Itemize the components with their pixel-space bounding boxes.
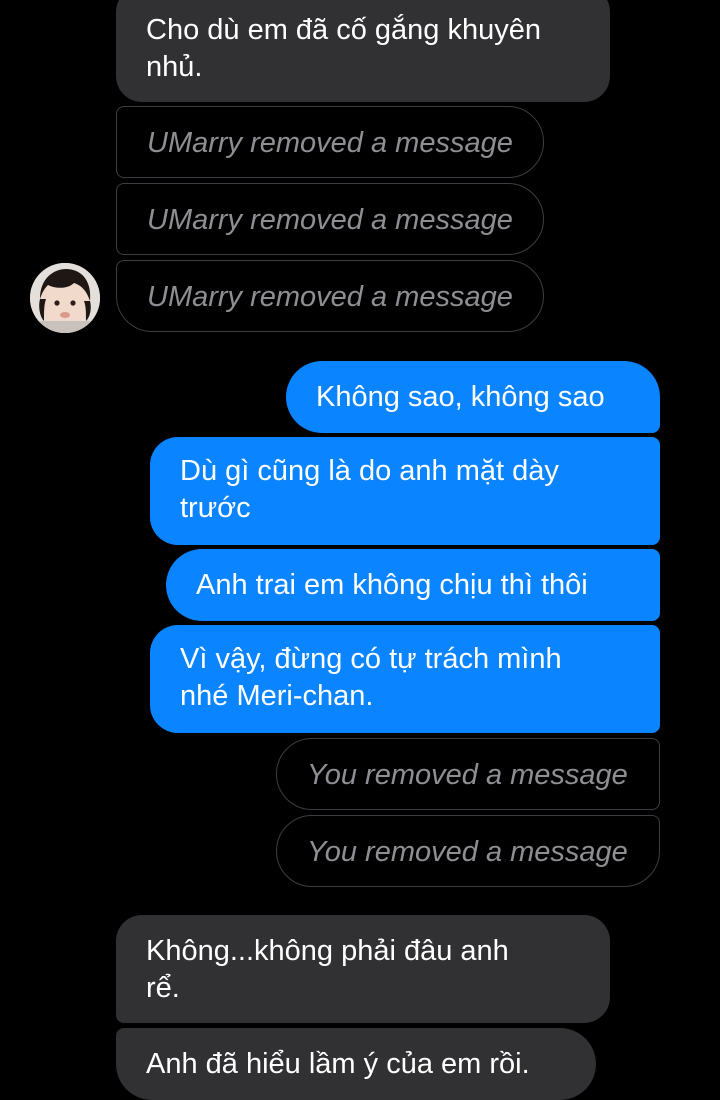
outgoing-message[interactable]: Dù gì cũng là do anh mặt dày trước bbox=[150, 437, 660, 545]
incoming-message[interactable]: Cho dù em đã cố gắng khuyên nhủ. bbox=[116, 0, 610, 102]
message-line: Anh đã hiểu lầm ý của em rồi. bbox=[146, 1048, 530, 1080]
removed-message-label: UMarry removed a message bbox=[147, 127, 513, 159]
removed-message-label: You removed a message bbox=[307, 759, 628, 791]
message-line: Vì vậy, đừng có tự trách mình bbox=[180, 643, 562, 675]
message-line: Không sao, không sao bbox=[316, 381, 605, 413]
outgoing-message[interactable]: Anh trai em không chịu thì thôi bbox=[166, 549, 660, 621]
message-line: Dù gì cũng là do anh mặt dày bbox=[180, 455, 559, 487]
removed-message-incoming[interactable]: UMarry removed a message bbox=[116, 183, 544, 255]
message-line: Cho dù em đã cố gắng khuyên bbox=[146, 14, 541, 46]
removed-message-incoming[interactable]: UMarry removed a message bbox=[116, 106, 544, 178]
outgoing-message[interactable]: Không sao, không sao bbox=[286, 361, 660, 433]
removed-message-outgoing[interactable]: You removed a message bbox=[276, 738, 660, 810]
message-line: trước bbox=[180, 492, 251, 524]
message-line: Anh trai em không chịu thì thôi bbox=[196, 569, 588, 601]
contact-avatar[interactable] bbox=[30, 263, 100, 333]
incoming-message[interactable]: Không...không phải đâu anh rể. bbox=[116, 915, 610, 1023]
message-line: rể. bbox=[146, 972, 180, 1004]
outgoing-message[interactable]: Vì vậy, đừng có tự trách mình nhé Meri-c… bbox=[150, 625, 660, 733]
removed-message-outgoing[interactable]: You removed a message bbox=[276, 815, 660, 887]
removed-message-label: UMarry removed a message bbox=[147, 281, 513, 313]
removed-message-label: You removed a message bbox=[307, 836, 628, 868]
removed-message-incoming[interactable]: UMarry removed a message bbox=[116, 260, 544, 332]
avatar-photo-icon bbox=[30, 263, 100, 333]
incoming-message[interactable]: Anh đã hiểu lầm ý của em rồi. bbox=[116, 1028, 596, 1100]
message-line: nhé Meri-chan. bbox=[180, 680, 374, 712]
message-line: nhủ. bbox=[146, 51, 203, 83]
removed-message-label: UMarry removed a message bbox=[147, 204, 513, 236]
message-line: Không...không phải đâu anh bbox=[146, 935, 509, 967]
